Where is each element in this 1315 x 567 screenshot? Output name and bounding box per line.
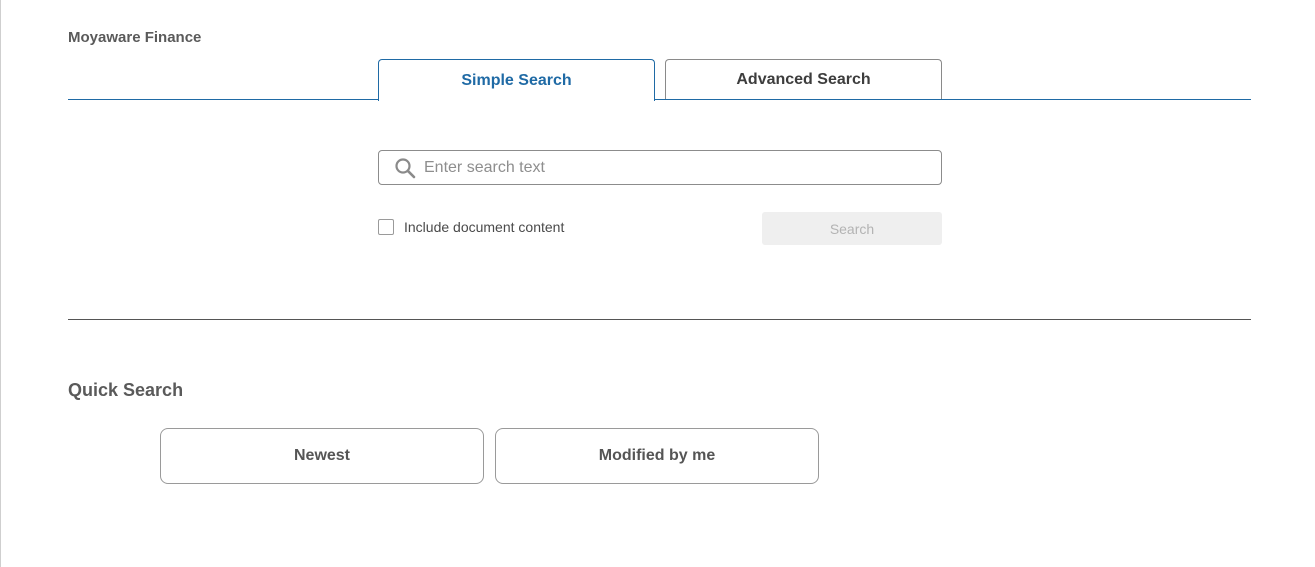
search-page: Moyaware Finance Simple Search Advanced … — [0, 0, 1315, 567]
include-content-checkbox[interactable] — [378, 219, 394, 235]
app-title: Moyaware Finance — [68, 29, 202, 46]
tab-baseline — [68, 99, 1251, 100]
include-content-label[interactable]: Include document content — [404, 219, 564, 235]
quick-search-title: Quick Search — [68, 380, 184, 400]
tab-simple-search[interactable]: Simple Search — [378, 59, 655, 101]
search-button[interactable]: Search — [762, 212, 942, 245]
include-content-option: Include document content — [378, 219, 564, 235]
section-divider — [68, 319, 1251, 320]
search-input[interactable] — [424, 151, 941, 184]
search-icon — [394, 157, 416, 179]
tab-advanced-search[interactable]: Advanced Search — [665, 59, 942, 99]
search-box — [378, 150, 942, 185]
quick-search-modified-by-me-button[interactable]: Modified by me — [495, 428, 819, 484]
quick-search-newest-button[interactable]: Newest — [160, 428, 484, 484]
